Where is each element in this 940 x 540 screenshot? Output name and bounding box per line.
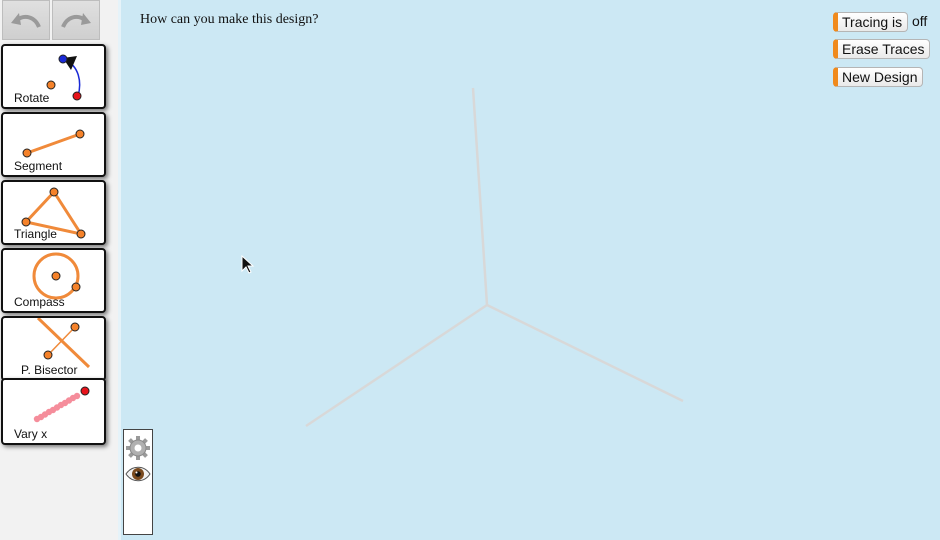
design-line-up <box>471 87 489 306</box>
tool-vary-x-label: Vary x <box>14 427 48 441</box>
tool-sidebar: Rotate Segment Triangle Compass P. Bisec… <box>0 0 118 540</box>
tracing-state-label: off <box>912 13 928 29</box>
tool-perpendicular-bisector[interactable]: P. Bisector <box>1 316 106 381</box>
tool-compass[interactable]: Compass <box>1 248 106 313</box>
tool-rotate[interactable]: Rotate <box>1 44 106 109</box>
tool-compass-label: Compass <box>14 295 65 309</box>
design-line-left <box>305 303 488 428</box>
tool-triangle[interactable]: Triangle <box>1 180 106 245</box>
options-panel <box>123 429 153 535</box>
tool-triangle-label: Triangle <box>14 227 57 241</box>
tool-segment[interactable]: Segment <box>1 112 106 177</box>
gear-icon[interactable] <box>124 434 152 462</box>
design-prompt: How can you make this design? <box>140 12 319 27</box>
mouse-cursor-icon <box>241 255 255 274</box>
eye-icon[interactable] <box>124 463 152 485</box>
undo-arrow-icon <box>11 13 41 28</box>
design-line-right <box>486 303 684 403</box>
redo-arrow-icon <box>61 13 91 28</box>
undo-button[interactable] <box>2 0 50 40</box>
tool-vary-x[interactable]: Vary x <box>1 378 106 445</box>
tool-rotate-label: Rotate <box>14 91 50 105</box>
new-design-button[interactable]: New Design <box>833 67 924 87</box>
erase-traces-button[interactable]: Erase Traces <box>833 39 931 59</box>
tool-segment-label: Segment <box>14 159 63 173</box>
redo-button[interactable] <box>52 0 100 40</box>
canvas-edge <box>118 0 121 540</box>
tracing-toggle-button[interactable]: Tracing is <box>833 12 909 32</box>
tool-perpendicular-bisector-label: P. Bisector <box>21 363 78 377</box>
